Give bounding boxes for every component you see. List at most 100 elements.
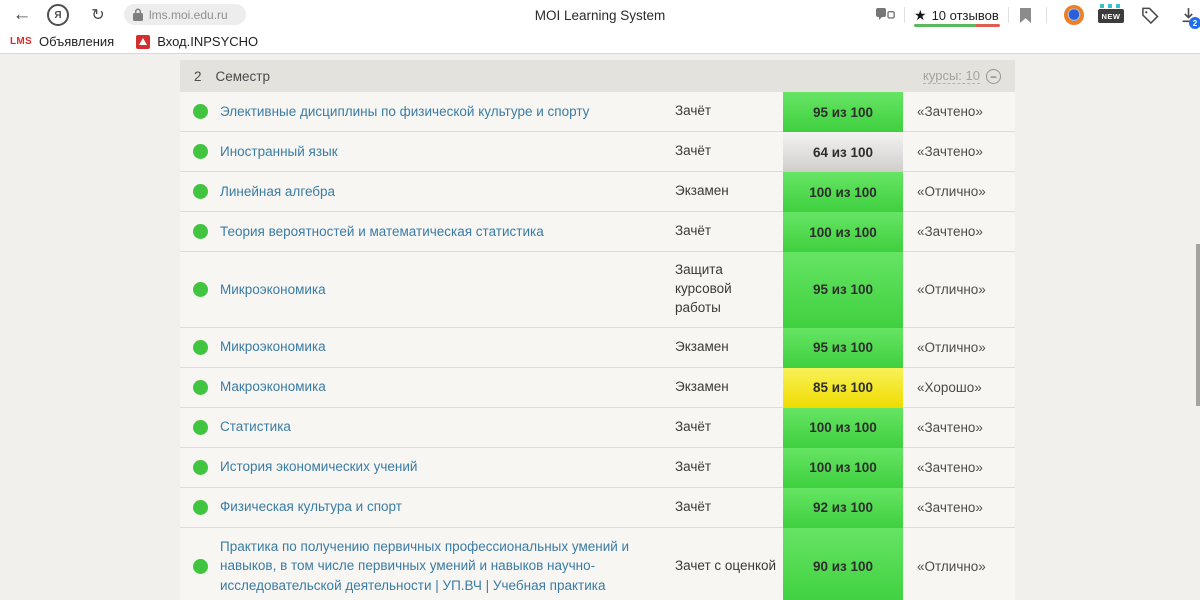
course-link[interactable]: Микроэкономика [220, 271, 675, 309]
grade-text: «Зачтено» [917, 144, 983, 159]
assessment-type: Зачёт [675, 143, 712, 159]
assessment-type: Зачёт [675, 223, 712, 239]
url-text: lms.moi.edu.ru [149, 7, 228, 22]
toolbar-divider [1008, 7, 1009, 23]
bookmark-label: Объявления [39, 34, 115, 49]
semester-label: Семестр [215, 68, 271, 84]
score-badge: 95 из 100 [783, 92, 903, 132]
status-dot-icon [192, 184, 208, 199]
grade-text: «Зачтено» [917, 419, 983, 435]
bookmark-item-inpsycho[interactable]: Вход.INPSYCHO [136, 34, 258, 49]
grade-text: «Зачтено» [917, 499, 983, 515]
semester-header: 2 Семестр курсы: 10 − [180, 60, 1015, 92]
assessment-type: Экзамен [675, 183, 729, 199]
score-badge: 85 из 100 [783, 367, 903, 408]
bookmark-item-announcements[interactable]: LMS Объявления [10, 34, 114, 49]
table-row: Макроэкономика Экзамен 85 из 100 «Хорошо… [180, 367, 1015, 408]
lms-favicon: LMS [10, 36, 33, 47]
yandex-icon: Я [47, 4, 69, 26]
star-icon: ★ [914, 6, 927, 23]
extension-browser-icon[interactable] [1064, 5, 1084, 25]
status-dot-icon [192, 339, 208, 355]
grades-table: 2 Семестр курсы: 10 − Элективные дисципл… [180, 60, 1015, 600]
course-link[interactable]: Элективные дисциплины по физической куль… [220, 93, 675, 131]
grade-text: «Зачтено» [917, 104, 983, 119]
course-link[interactable]: Теория вероятностей и математическая ста… [220, 213, 675, 251]
toolbar-divider [1046, 7, 1047, 23]
assessment-type: Зачёт [675, 418, 712, 434]
course-link[interactable]: История экономических учений [220, 448, 675, 486]
status-dot-icon [192, 419, 208, 435]
assessment-type: Экзамен [675, 338, 729, 354]
semester-number: 2 [194, 68, 202, 84]
status-dot-icon [192, 224, 208, 239]
collapse-icon[interactable]: − [986, 68, 1001, 84]
status-cell [180, 558, 220, 574]
table-row: История экономических учений Зачёт 100 и… [180, 447, 1015, 488]
yandex-home-button[interactable]: Я [46, 0, 70, 30]
table-row: Линейная алгебра Экзамен 100 из 100 «Отл… [180, 172, 1015, 212]
status-cell [180, 379, 220, 395]
course-link[interactable]: Физическая культура и спорт [220, 488, 675, 526]
status-cell [180, 184, 220, 199]
bookmark-ribbon-icon [1020, 7, 1031, 23]
status-cell [180, 144, 220, 159]
status-dot-icon [192, 459, 208, 475]
table-row: Микроэкономика Экзамен 95 из 100 «Отличн… [180, 327, 1015, 368]
course-link[interactable]: Иностранный язык [220, 133, 675, 171]
status-cell [180, 419, 220, 435]
status-dot-icon [192, 499, 208, 515]
refresh-button[interactable]: ↻ [86, 0, 110, 30]
assessment-type: Зачёт [675, 103, 712, 119]
reviews-count: 10 отзывов [931, 7, 999, 23]
grade-text: «Отлично» [917, 281, 986, 297]
status-dot-icon [192, 558, 208, 574]
bookmark-button[interactable] [1020, 0, 1031, 30]
rating-bar [914, 24, 1000, 27]
status-dot-icon [192, 104, 208, 119]
assessment-type: Экзамен [675, 378, 729, 394]
status-cell [180, 459, 220, 475]
back-button[interactable]: ← [10, 0, 34, 30]
browser-toolbar: ← Я ↻ lms.moi.edu.ru MOI Learning System… [0, 0, 1200, 30]
score-badge: 100 из 100 [783, 212, 903, 252]
assessment-type: Зачёт [675, 498, 712, 514]
bookmarks-bar: LMS Объявления Вход.INPSYCHO [0, 30, 1200, 54]
address-bar[interactable]: lms.moi.edu.ru [124, 4, 246, 25]
status-cell [180, 104, 220, 119]
grade-text: «Зачтено» [917, 459, 983, 475]
status-cell [180, 224, 220, 239]
grade-text: «Хорошо» [917, 379, 982, 395]
assessment-type: Защита курсовой работы [675, 262, 732, 315]
score-badge: 100 из 100 [783, 172, 903, 212]
chat-bubbles-icon [876, 7, 895, 23]
inpsycho-favicon [136, 34, 151, 49]
course-link[interactable]: Практика по получению первичных професси… [220, 528, 675, 600]
course-link[interactable]: Линейная алгебра [220, 173, 675, 211]
course-link[interactable]: Статистика [220, 408, 675, 446]
assessment-type: Зачет с оценкой [675, 557, 777, 573]
table-row: Статистика Зачёт 100 из 100 «Зачтено» [180, 407, 1015, 448]
score-badge: 92 из 100 [783, 487, 903, 528]
courses-count-link[interactable]: курсы: 10 [923, 68, 980, 85]
extension-tag-icon[interactable] [1140, 0, 1159, 30]
protect-button[interactable] [876, 0, 895, 30]
course-link[interactable]: Микроэкономика [220, 328, 675, 366]
course-link[interactable]: Макроэкономика [220, 368, 675, 406]
extension-new-icon[interactable]: NEW [1098, 4, 1124, 23]
grade-text: «Отлично» [917, 339, 986, 355]
score-badge: 95 из 100 [783, 252, 903, 328]
status-cell [180, 339, 220, 355]
status-cell [180, 499, 220, 515]
back-icon: ← [12, 4, 32, 25]
score-badge: 100 из 100 [783, 447, 903, 488]
score-badge: 100 из 100 [783, 407, 903, 448]
table-row: Практика по получению первичных професси… [180, 527, 1015, 600]
lock-icon [133, 8, 143, 21]
downloads-badge: 2 [1189, 17, 1200, 29]
status-cell [180, 281, 220, 297]
grade-text: «Отлично» [917, 558, 986, 574]
refresh-icon: ↻ [91, 7, 105, 24]
score-badge: 90 из 100 [783, 527, 903, 600]
scrollbar-thumb[interactable] [1196, 244, 1200, 406]
